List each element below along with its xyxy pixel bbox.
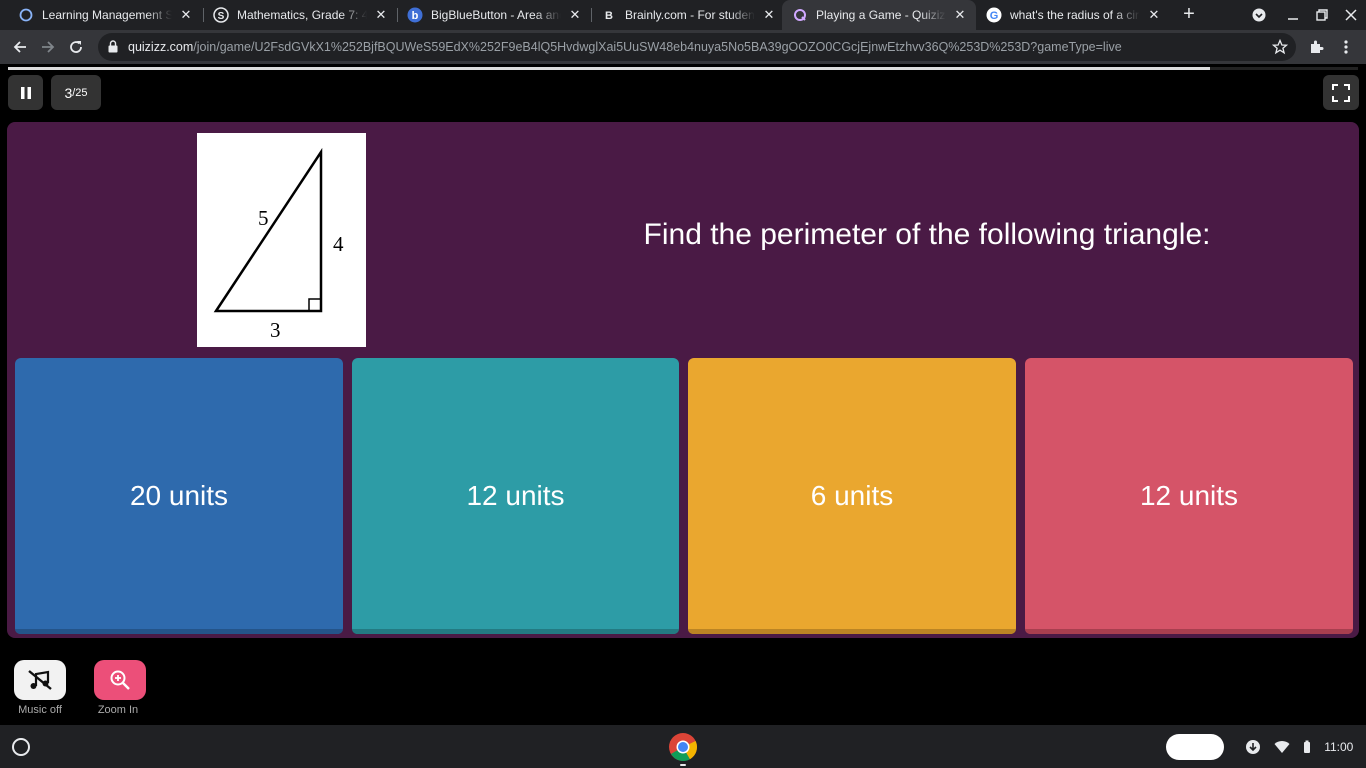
download-icon: [1245, 740, 1260, 754]
close-window-icon[interactable]: [1336, 0, 1366, 30]
brainly-icon: B: [601, 7, 617, 23]
progress-bar: [8, 67, 1210, 70]
music-toggle-button[interactable]: [14, 660, 66, 700]
google-icon: G: [986, 7, 1002, 23]
zoom-in-button[interactable]: [94, 660, 146, 700]
tab-bigbluebutton[interactable]: b BigBlueButton - Area and pe ✕: [397, 0, 591, 30]
tab-title: Brainly.com - For students, b: [625, 8, 755, 22]
svg-text:G: G: [990, 10, 999, 22]
option-shadow: [352, 629, 679, 634]
minimize-icon[interactable]: [1278, 0, 1308, 30]
music-off-icon: [28, 670, 52, 690]
tab-title: Playing a Game - Quizizz: [816, 8, 946, 22]
svg-text:B: B: [605, 10, 613, 21]
option-shadow: [15, 629, 343, 634]
answer-option-2[interactable]: 12 units: [352, 358, 679, 634]
close-tab-icon[interactable]: ✕: [373, 7, 389, 23]
url-text: quizizz.com/join/game/U2FsdGVkX1%252BjfB…: [128, 40, 1122, 54]
chrome-app-icon[interactable]: [668, 732, 698, 762]
hypotenuse-label: 5: [258, 206, 269, 230]
option-shadow: [1025, 629, 1353, 634]
tab-search-icon[interactable]: [1244, 0, 1274, 30]
fullscreen-icon: [1332, 83, 1350, 102]
fullscreen-button[interactable]: [1323, 75, 1359, 110]
close-tab-icon[interactable]: ✕: [952, 7, 968, 23]
svg-text:b: b: [412, 10, 419, 22]
base-side-label: 3: [270, 318, 281, 342]
tab-title: Mathematics, Grade 7: 400: [237, 8, 367, 22]
tab-google-search[interactable]: G what's the radius of a circle ✕: [976, 0, 1170, 30]
zoom-in-icon: [110, 670, 130, 690]
close-tab-icon[interactable]: ✕: [178, 7, 194, 23]
schoology-icon: S: [213, 7, 229, 23]
vertical-side-label: 4: [333, 232, 344, 256]
close-tab-icon[interactable]: ✕: [761, 7, 777, 23]
total-questions: /25: [72, 86, 88, 99]
tab-title: what's the radius of a circle: [1010, 8, 1140, 22]
current-question: 3: [64, 84, 73, 101]
url-path: /join/game/U2FsdGVkX1%252BjfBQUWeS59EdX%…: [193, 40, 1122, 54]
music-label: Music off: [18, 704, 62, 716]
tab-mathematics[interactable]: S Mathematics, Grade 7: 400 ✕: [203, 0, 397, 30]
pause-button[interactable]: [8, 75, 43, 110]
lock-icon: [108, 40, 118, 58]
answer-option-text: 6 units: [810, 480, 894, 511]
browser-toolbar: quizizz.com/join/game/U2FsdGVkX1%252BjfB…: [0, 30, 1366, 64]
clock-time: 11:00: [1324, 740, 1354, 754]
running-indicator: [680, 764, 686, 766]
back-icon[interactable]: [8, 35, 32, 59]
tab-quizizz[interactable]: Playing a Game - Quizizz ✕: [782, 0, 976, 30]
svg-text:S: S: [218, 11, 225, 22]
answer-option-1[interactable]: 20 units: [15, 358, 343, 634]
bookmark-star-icon[interactable]: [1271, 38, 1289, 60]
launcher-icon[interactable]: [12, 738, 30, 756]
tab-brainly[interactable]: B Brainly.com - For students, b ✕: [591, 0, 785, 30]
question-counter: 3/25: [51, 75, 101, 110]
forward-icon[interactable]: [36, 35, 60, 59]
answer-option-4[interactable]: 12 units: [1025, 358, 1353, 634]
answer-option-text: 20 units: [129, 480, 229, 511]
tab-title: BigBlueButton - Area and pe: [431, 8, 561, 22]
bigbluebutton-icon: b: [407, 7, 423, 23]
right-triangle-diagram: 5 4 3: [213, 147, 344, 342]
quiz-page: 3/25 5 4 3 Find the perimeter of the fol…: [0, 64, 1366, 725]
address-bar[interactable]: quizizz.com/join/game/U2FsdGVkX1%252BjfB…: [98, 33, 1296, 61]
restore-icon[interactable]: [1307, 0, 1337, 30]
option-shadow: [688, 629, 1016, 634]
menu-kebab-icon[interactable]: [1334, 35, 1358, 59]
tab-strip: Learning Management System ✕ S Mathemati…: [0, 0, 1366, 30]
answer-option-3[interactable]: 6 units: [688, 358, 1016, 634]
extensions-icon[interactable]: [1304, 35, 1328, 59]
tab-learning-management[interactable]: Learning Management System ✕: [8, 0, 202, 30]
close-tab-icon[interactable]: ✕: [1146, 7, 1162, 23]
new-tab-button[interactable]: +: [1178, 4, 1200, 26]
circle-outline-icon: [18, 7, 34, 23]
quizizz-icon: [792, 7, 808, 23]
answer-option-text: 12 units: [1139, 480, 1239, 511]
zoom-label: Zoom In: [97, 704, 139, 716]
question-text: Find the perimeter of the following tria…: [643, 218, 1211, 251]
wifi-icon: [1274, 741, 1290, 753]
status-tray[interactable]: 11:00: [1238, 734, 1360, 760]
question-image[interactable]: 5 4 3: [197, 133, 366, 347]
os-shelf: 11:00: [0, 725, 1366, 768]
pause-icon: [20, 86, 31, 99]
url-domain: quizizz.com: [128, 40, 194, 54]
answer-option-text: 12 units: [466, 480, 565, 511]
holding-space-pod[interactable]: [1166, 734, 1224, 760]
tab-title: Learning Management System: [42, 8, 172, 22]
reload-icon[interactable]: [64, 35, 88, 59]
battery-icon: [1304, 740, 1310, 753]
close-tab-icon[interactable]: ✕: [567, 7, 583, 23]
